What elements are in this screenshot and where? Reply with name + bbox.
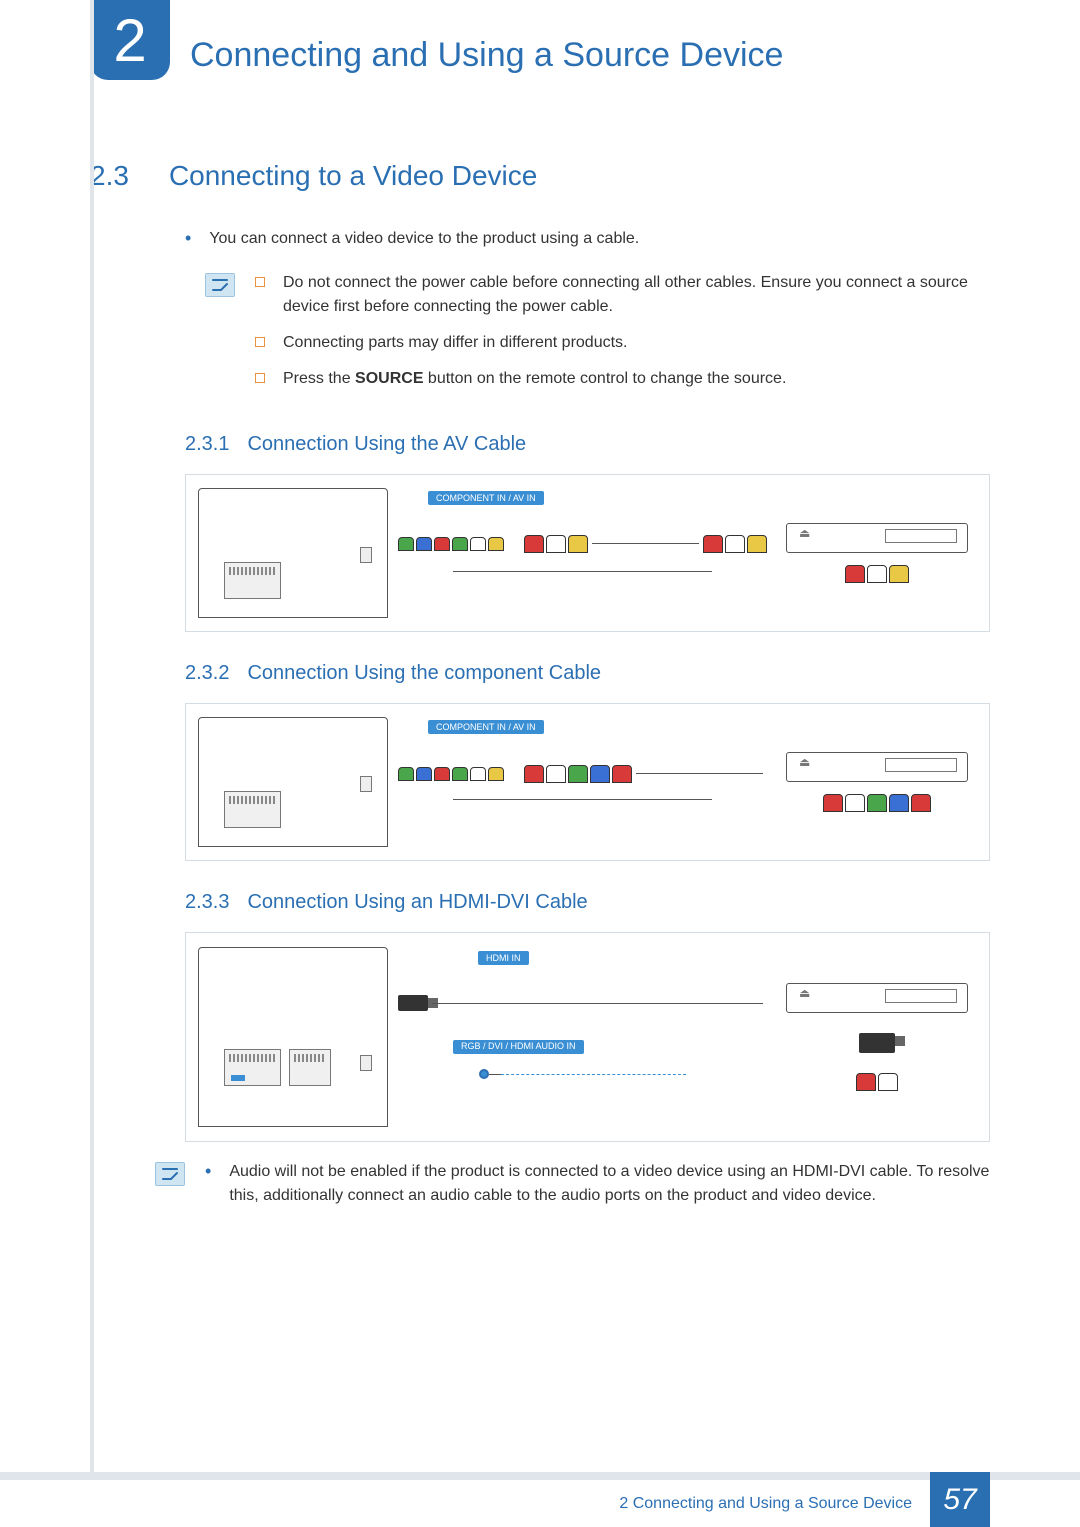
hdmi-note-text: Audio will not be enabled if the product… bbox=[229, 1160, 990, 1208]
source-device-illustration bbox=[786, 523, 968, 553]
source-device-illustration bbox=[786, 983, 968, 1013]
av-cable-diagram: COMPONENT IN / AV IN bbox=[185, 474, 990, 632]
bullet-icon: • bbox=[205, 1160, 211, 1208]
note-text-3-bold: SOURCE bbox=[355, 370, 423, 387]
audio-jack-icon bbox=[479, 1069, 489, 1079]
subsection-heading: 2.3.1 Connection Using the AV Cable bbox=[185, 433, 990, 456]
port-label-component-av: COMPONENT IN / AV IN bbox=[428, 720, 544, 734]
tv-back-illustration bbox=[198, 717, 388, 847]
chapter-number-badge: 2 bbox=[90, 0, 170, 80]
hdmi-dvi-cable-diagram: HDMI IN RGB / DVI / HDMI AUDIO IN bbox=[185, 932, 990, 1142]
footer-page-number: 57 bbox=[930, 1472, 990, 1527]
section-number: 2.3 bbox=[90, 160, 129, 192]
note-item: Press the SOURCE button on the remote co… bbox=[255, 367, 990, 391]
square-bullet-icon bbox=[255, 277, 265, 287]
note-icon bbox=[155, 1162, 185, 1186]
note-text-3-post: button on the remote control to change t… bbox=[423, 370, 786, 387]
note-text-3-pre: Press the bbox=[283, 370, 355, 387]
chapter-header: 2 Connecting and Using a Source Device bbox=[90, 30, 990, 80]
note-text-3: Press the SOURCE button on the remote co… bbox=[283, 367, 786, 391]
section-title: Connecting to a Video Device bbox=[169, 160, 537, 192]
note-item: Connecting parts may differ in different… bbox=[255, 331, 990, 355]
subsection-heading: 2.3.3 Connection Using an HDMI-DVI Cable bbox=[185, 891, 990, 914]
port-label-component-av: COMPONENT IN / AV IN bbox=[428, 491, 544, 505]
square-bullet-icon bbox=[255, 337, 265, 347]
tv-back-illustration bbox=[198, 488, 388, 618]
intro-text: You can connect a video device to the pr… bbox=[209, 227, 639, 251]
footer-chapter-label: 2 Connecting and Using a Source Device bbox=[601, 1472, 930, 1527]
note-block: Do not connect the power cable before co… bbox=[205, 271, 990, 403]
subsection-title: Connection Using an HDMI-DVI Cable bbox=[247, 891, 587, 914]
tv-back-illustration bbox=[198, 947, 388, 1127]
component-cable-diagram: COMPONENT IN / AV IN bbox=[185, 703, 990, 861]
hdmi-plug-icon bbox=[398, 995, 428, 1011]
chapter-title: Connecting and Using a Source Device bbox=[190, 36, 783, 75]
subsection-title: Connection Using the component Cable bbox=[247, 662, 601, 685]
note-icon bbox=[205, 273, 235, 297]
left-margin-rule bbox=[90, 0, 94, 1472]
subsection-title: Connection Using the AV Cable bbox=[247, 433, 526, 456]
note-item: Do not connect the power cable before co… bbox=[255, 271, 990, 319]
note-text-1: Do not connect the power cable before co… bbox=[283, 271, 990, 319]
subsection-number: 2.3.3 bbox=[185, 891, 229, 914]
section-heading: 2.3 Connecting to a Video Device bbox=[90, 160, 990, 192]
subsection-number: 2.3.2 bbox=[185, 662, 229, 685]
note-text-2: Connecting parts may differ in different… bbox=[283, 331, 627, 355]
subsection-number: 2.3.1 bbox=[185, 433, 229, 456]
dvi-plug-icon bbox=[859, 1033, 895, 1053]
square-bullet-icon bbox=[255, 373, 265, 383]
bullet-icon: • bbox=[185, 227, 191, 251]
port-label-hdmi-in: HDMI IN bbox=[478, 951, 529, 965]
port-label-audio-in: RGB / DVI / HDMI AUDIO IN bbox=[453, 1040, 584, 1054]
intro-bullet: • You can connect a video device to the … bbox=[185, 227, 990, 251]
subsection-heading: 2.3.2 Connection Using the component Cab… bbox=[185, 662, 990, 685]
page-footer: 2 Connecting and Using a Source Device 5… bbox=[0, 1472, 1080, 1527]
hdmi-note-block: • Audio will not be enabled if the produ… bbox=[155, 1160, 990, 1208]
source-device-illustration bbox=[786, 752, 968, 782]
